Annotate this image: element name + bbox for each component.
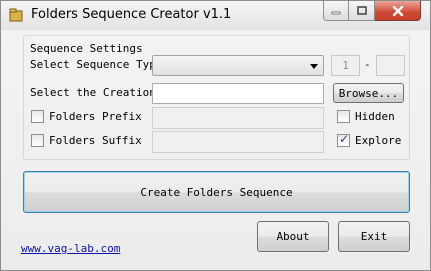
group-title: Sequence Settings [30,42,143,55]
prefix-checkbox[interactable] [31,110,44,123]
range-end-field[interactable] [376,55,405,76]
sequence-type-label: Select Sequence Type: [30,58,170,71]
caption-buttons [323,1,421,21]
about-label: About [276,230,310,243]
suffix-label: Folders Suffix [49,134,142,147]
create-folders-button[interactable]: Create Folders Sequence [23,171,410,213]
browse-label: Browse... [338,86,399,100]
maximize-button[interactable] [349,1,375,21]
app-window: Folders Sequence Creator v1.1 Sequence S… [0,0,431,271]
explore-label: Explore [355,134,402,147]
about-button[interactable]: About [257,221,329,252]
close-button[interactable] [375,1,421,21]
title-bar[interactable]: Folders Sequence Creator v1.1 [1,1,430,30]
exit-button[interactable]: Exit [338,221,410,252]
browse-button[interactable]: Browse... [333,83,404,103]
checkmark-icon: ✓ [339,132,350,146]
minimize-button[interactable] [323,1,349,21]
chevron-down-icon [310,64,318,69]
suffix-checkbox[interactable] [31,134,44,147]
range-start-field[interactable]: 1 [331,55,360,76]
hidden-label: Hidden [355,110,395,123]
window-title: Folders Sequence Creator v1.1 [31,7,232,22]
exit-label: Exit [360,230,388,243]
prefix-input[interactable] [152,107,324,129]
creation-folder-label: Select the Creation F [30,86,170,99]
explore-checkbox[interactable]: ✓ [337,132,350,147]
minimize-icon [331,11,341,14]
website-link[interactable]: www.vag-lab.com [21,242,120,255]
create-folders-label: Create Folders Sequence [140,185,293,199]
suffix-input[interactable] [152,131,324,153]
maximize-icon [356,5,367,15]
creation-folder-input[interactable] [152,83,324,104]
range-separator: - [364,58,371,71]
folder-icon [9,8,23,22]
sequence-type-dropdown[interactable] [152,55,324,76]
hidden-checkbox[interactable] [337,110,350,123]
close-icon [392,5,403,16]
prefix-label: Folders Prefix [49,110,142,123]
